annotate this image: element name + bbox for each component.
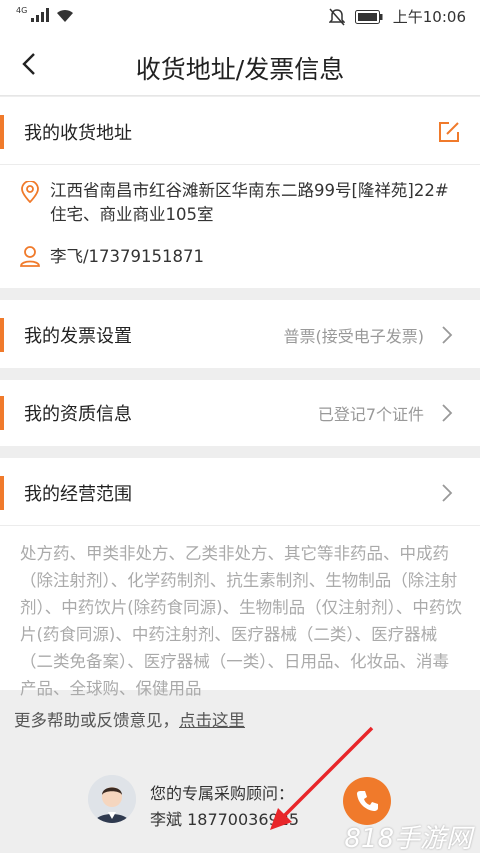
qualification-card[interactable]: 我的资质信息 已登记7个证件 [0, 380, 480, 446]
battery-icon [354, 9, 383, 24]
advisor-avatar-icon [88, 775, 136, 823]
wifi-icon [57, 9, 74, 22]
chevron-right-icon [442, 484, 453, 502]
edit-icon[interactable] [438, 121, 460, 143]
page-title: 收货地址/发票信息 [135, 55, 345, 84]
status-left: 4G [16, 5, 75, 23]
clock: 上午10:06 [392, 8, 466, 26]
divider [0, 164, 480, 165]
business-scope-text: 处方药、甲类非处方、乙类非处方、其它等非药品、中成药（除注射剂）、化学药制剂、抗… [20, 544, 462, 698]
qualification-title: 我的资质信息 [24, 404, 132, 425]
advisor-contact: 李斌 18770036925 [150, 810, 300, 829]
qualification-row[interactable]: 我的资质信息 已登记7个证件 [0, 378, 480, 446]
address-line-2: 住宅、商业商业105室 [50, 205, 214, 224]
watermark: 818手游网 [344, 824, 472, 853]
advisor-label: 您的专属采购顾问： [150, 784, 295, 803]
status-bar: 4G 上午10:06 [0, 0, 480, 32]
section-accent-bar [0, 476, 4, 510]
chevron-right-icon [442, 326, 453, 344]
address-title: 我的收货地址 [24, 123, 132, 144]
address-header: 我的收货地址 [0, 97, 480, 165]
location-pin-icon [21, 181, 39, 203]
help-text: 更多帮助或反馈意见， [14, 711, 179, 730]
contact-info: 李飞/17379151871 [50, 247, 205, 266]
invoice-value: 普票(接受电子发票) [283, 327, 425, 346]
advisor-avatar [88, 775, 136, 823]
status-right: 上午10:06 [328, 6, 466, 27]
section-accent-bar [0, 396, 4, 430]
business-scope-row[interactable]: 我的经营范围 [0, 458, 480, 526]
section-accent-bar [0, 318, 4, 352]
nav-bar: 收货地址/发票信息 [0, 32, 480, 96]
divider [0, 525, 480, 526]
mute-bell-icon [328, 8, 345, 25]
network-type: 4G [16, 5, 28, 15]
invoice-row[interactable]: 我的发票设置 普票(接受电子发票) [0, 300, 480, 368]
help-line: 更多帮助或反馈意见，点击这里 [14, 707, 245, 731]
invoice-title: 我的发票设置 [24, 326, 132, 347]
address-line-1: 江西省南昌市红谷滩新区华南东二路99号[隆祥苑]22# [50, 181, 449, 200]
person-icon [20, 246, 40, 267]
qualification-value: 已登记7个证件 [317, 405, 424, 424]
section-accent-bar [0, 115, 4, 149]
address-card: 我的收货地址 江西省南昌市红谷滩新区华南东二路99号[隆祥苑]22# 住宅、商业… [0, 97, 480, 288]
invoice-card[interactable]: 我的发票设置 普票(接受电子发票) [0, 300, 480, 368]
help-link[interactable]: 点击这里 [179, 711, 245, 730]
chevron-right-icon [442, 404, 453, 422]
signal-icon [31, 8, 50, 22]
business-scope-title: 我的经营范围 [24, 484, 132, 505]
